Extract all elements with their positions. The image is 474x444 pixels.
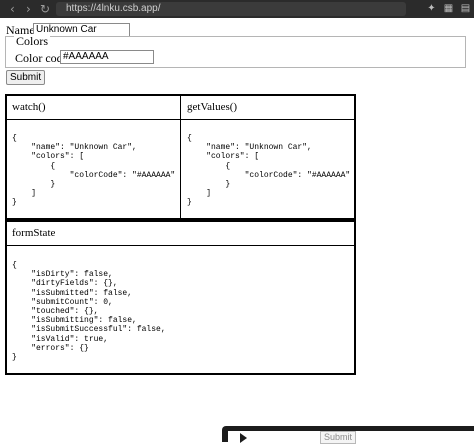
back-icon[interactable]: ‹ [10,2,15,16]
submit-button[interactable]: Submit [6,70,46,85]
getvalues-output: { "name": "Unknown Car", "colors": [ { "… [187,134,351,208]
colors-legend: Colors [14,34,51,48]
color-code-input[interactable]: #AAAAAA [60,50,154,64]
menu-icon[interactable]: ▤ [460,3,471,14]
address-bar[interactable]: https://4lnku.csb.app/ [56,2,406,16]
browser-toolbar: ‹ › ↻ https://4lnku.csb.app/ ✦ ▦ ▤ [0,0,474,18]
grid-icon[interactable]: ▦ [443,3,454,14]
formstate-header: formState [12,227,56,239]
watch-output: { "name": "Unknown Car", "colors": [ { "… [12,134,176,208]
reload-icon[interactable]: ↻ [40,2,50,16]
forward-icon[interactable]: › [26,2,31,16]
formstate-output: { "isDirty": false, "dirtyFields": {}, "… [12,261,166,363]
puzzle-icon[interactable]: ✦ [426,3,437,14]
overlay-submit-button[interactable]: Submit [320,431,357,444]
watch-header: watch() [12,101,46,113]
getvalues-header: getValues() [187,101,238,113]
formstate-header-cell [6,221,355,246]
url-text: https://4lnku.csb.app/ [66,3,161,14]
